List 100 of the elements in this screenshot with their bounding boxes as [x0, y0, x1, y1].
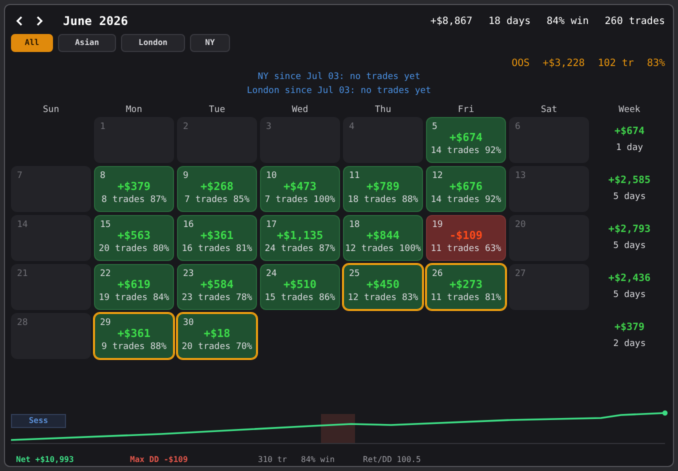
day-number: 15: [100, 219, 111, 232]
day-number: 18: [349, 219, 360, 232]
day-number: 11: [349, 170, 360, 183]
day-number: 16: [183, 219, 194, 232]
day-number: 4: [349, 121, 354, 134]
day-number: 8: [100, 170, 106, 183]
week-total: +$2,793: [608, 223, 651, 238]
day-number: 6: [515, 121, 520, 134]
week-days: 5 days: [613, 191, 646, 205]
max-drawdown-stat: Max DD -$109: [130, 454, 189, 466]
day-number: 9: [183, 170, 188, 183]
week-days: 5 days: [613, 289, 646, 303]
day-stats: 18 trades 88%: [348, 194, 418, 206]
day-number: 3: [266, 121, 272, 134]
session-tab[interactable]: All: [11, 34, 53, 52]
win-rate-stat: 84% win: [301, 454, 336, 466]
day-stats: 8 trades 87%: [101, 194, 167, 206]
day-number: 25: [349, 268, 360, 281]
day-stats: 14 trades 92%: [430, 194, 502, 206]
day-number: 12: [432, 170, 443, 183]
day-stats: 24 trades 87%: [264, 243, 336, 255]
day-number: 17: [266, 219, 277, 232]
weekday-header: Sat: [540, 104, 558, 117]
day-stats: 19 trades 84%: [98, 292, 170, 304]
day-number: 10: [266, 170, 277, 183]
day-stats: 23 trades 78%: [182, 292, 252, 304]
week-total: +$2,585: [608, 174, 651, 188]
oos-stat: +$3,228: [542, 57, 585, 71]
session-tab[interactable]: Asian: [58, 34, 116, 52]
summary-stat: 18 days: [488, 14, 531, 28]
day-stats: 9 trades 88%: [101, 341, 167, 353]
day-stats: 16 trades 81%: [182, 243, 252, 255]
day-pnl: +$361: [117, 327, 151, 341]
day-stats: 7 trades 100%: [264, 194, 336, 206]
day-number: 13: [515, 170, 526, 183]
day-pnl: +$584: [200, 278, 234, 292]
session-note: NY since Jul 03: no trades yet: [258, 71, 420, 84]
oos-stat: OOS: [512, 57, 530, 71]
day-stats: 7 trades 85%: [184, 194, 250, 206]
day-number: 20: [515, 219, 526, 232]
weekday-header: Tue: [208, 104, 226, 117]
day-pnl: +$674: [449, 131, 483, 145]
day-pnl: +$473: [283, 180, 317, 194]
day-number: 30: [183, 317, 194, 330]
net-stat: Net +$10,993: [16, 454, 75, 466]
day-number: 5: [432, 121, 438, 134]
day-stats: 20 trades 70%: [182, 341, 252, 353]
day-number: 29: [100, 317, 111, 330]
day-pnl: +$273: [449, 278, 483, 292]
ret-dd-stat: Ret/DD 100.5: [363, 454, 421, 466]
weekday-header: Sun: [42, 104, 60, 117]
trades-stat: 310 tr: [258, 454, 288, 466]
day-pnl: +$619: [117, 278, 151, 292]
day-pnl: +$676: [449, 180, 483, 194]
week-total: +$2,436: [608, 272, 651, 286]
day-number: 21: [17, 268, 28, 281]
day-stats: 20 trades 80%: [98, 243, 170, 255]
session-toggle[interactable]: Sess: [11, 414, 66, 428]
weekday-header: Thu: [374, 104, 392, 117]
weekday-header: Mon: [126, 104, 142, 117]
day-pnl: +$268: [200, 180, 234, 194]
day-number: 2: [183, 121, 188, 134]
day-pnl: +$361: [200, 229, 234, 243]
summary-stat: 84% win: [546, 14, 589, 28]
day-stats: 11 trades 63%: [430, 243, 502, 255]
week-days: 5 days: [613, 240, 646, 254]
day-number: 26: [432, 268, 443, 281]
session-tab[interactable]: London: [121, 34, 185, 52]
day-stats: 15 trades 86%: [264, 292, 336, 304]
day-pnl: +$18: [204, 327, 230, 341]
summary-stat: 260 trades: [604, 14, 665, 28]
day-number: 14: [17, 219, 28, 232]
session-note: London since Jul 03: no trades yet: [246, 85, 432, 98]
day-stats: 11 trades 81%: [430, 292, 502, 304]
day-number: 27: [515, 268, 526, 281]
chevron-right-icon: [36, 16, 42, 26]
weekday-header: Wed: [292, 104, 308, 117]
day-pnl: -$109: [449, 229, 483, 243]
oos-stat: 102 tr: [598, 57, 634, 71]
summary-stat: +$8,867: [430, 14, 472, 28]
session-tab[interactable]: NY: [190, 34, 230, 52]
day-number: 22: [100, 268, 111, 281]
day-number: 23: [183, 268, 194, 281]
week-days: 1 day: [616, 142, 644, 156]
day-pnl: +$450: [366, 278, 400, 292]
day-number: 1: [100, 121, 106, 134]
day-stats: 12 trades 100%: [345, 243, 421, 255]
month-title: June 2026: [63, 13, 128, 30]
day-number: 19: [432, 219, 443, 232]
day-pnl: +$510: [283, 278, 317, 292]
week-days: 2 days: [613, 338, 646, 352]
week-total: +$674: [614, 125, 645, 140]
chevron-left-icon: [16, 16, 22, 26]
weekday-header: Fri: [458, 104, 474, 117]
day-pnl: +$379: [117, 180, 151, 194]
weekday-header: Week: [618, 104, 640, 117]
day-pnl: +$844: [366, 229, 400, 243]
day-stats: 14 trades 92%: [430, 145, 502, 157]
day-pnl: +$789: [366, 180, 400, 194]
oos-stat: 83%: [646, 57, 665, 71]
